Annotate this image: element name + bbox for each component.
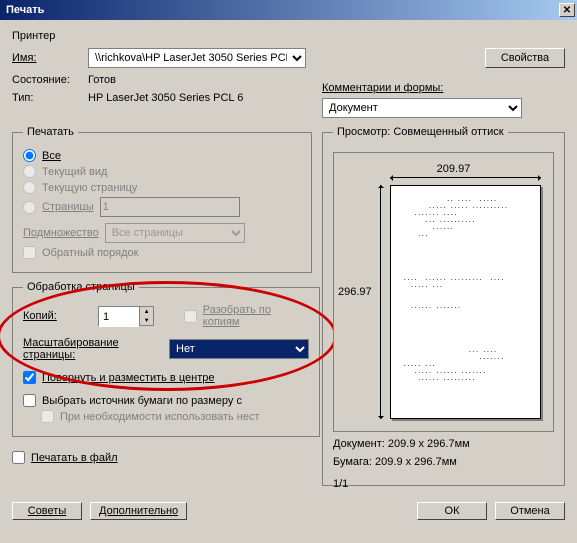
type-value: HP LaserJet 3050 Series PCL 6: [88, 92, 243, 104]
copies-input[interactable]: [99, 307, 139, 327]
range-legend: Печатать: [23, 126, 78, 138]
paper-size-value: 209.9 x 296.7мм: [375, 456, 457, 468]
close-icon: ✕: [563, 5, 571, 16]
scale-select[interactable]: Нет: [169, 339, 309, 359]
subset-label: Подмножество: [23, 227, 99, 239]
title-bar: Печать ✕: [0, 0, 577, 20]
status-label: Состояние:: [12, 74, 82, 86]
comments-select[interactable]: Документ: [322, 98, 522, 118]
properties-button[interactable]: Свойства: [485, 48, 565, 68]
preview-box: 209.97 296.97 .. .... ..... ..... ..... …: [333, 152, 554, 432]
status-value: Готов: [88, 74, 116, 86]
preview-group: Просмотр: Совмещенный оттиск 209.97 296.…: [322, 126, 565, 486]
printer-select[interactable]: \\richkova\HP LaserJet 3050 Series PCL 6: [88, 48, 306, 68]
radio-pages-label: Страницы: [42, 201, 94, 213]
spinner-up-icon[interactable]: ▲: [139, 307, 153, 316]
preview-content-icon: .. .... ..... ..... ..... .......... ...…: [403, 196, 528, 382]
printer-name-label: Имя:: [12, 52, 82, 64]
subset-select: Все страницы: [105, 223, 245, 243]
pages-input: [100, 197, 240, 217]
printer-section-label: Принтер: [12, 30, 82, 42]
tips-button[interactable]: Советы: [12, 502, 82, 520]
radio-all-label: Все: [42, 150, 61, 162]
source-checkbox[interactable]: [23, 394, 36, 407]
collate-checkbox: [184, 310, 197, 323]
print-range-group: Печатать Все Текущий вид Текущую страниц…: [12, 126, 312, 273]
dim-arrow-v-icon: [380, 185, 381, 419]
print-to-file-label: Печатать в файл: [31, 452, 118, 464]
close-button[interactable]: ✕: [559, 3, 575, 17]
radio-current-view-label: Текущий вид: [42, 166, 107, 178]
reverse-label: Обратный порядок: [42, 247, 138, 259]
doc-size-label: Документ:: [333, 438, 385, 450]
radio-current-view: [23, 165, 36, 178]
copies-label: Копий:: [23, 310, 92, 322]
custom-label: При необходимости использовать нест: [60, 411, 260, 423]
type-label: Тип:: [12, 92, 82, 104]
rotate-label: Повернуть и разместить в центре: [42, 372, 214, 384]
ok-button[interactable]: ОК: [417, 502, 487, 520]
radio-all[interactable]: [23, 149, 36, 162]
page-counter: 1/1: [333, 478, 348, 490]
spinner-down-icon[interactable]: ▼: [139, 316, 153, 325]
preview-page: .. .... ..... ..... ..... .......... ...…: [390, 185, 541, 419]
page-handling-group: Обработка страницы Копий: ▲ ▼ Разобрать …: [12, 281, 320, 437]
cancel-button[interactable]: Отмена: [495, 502, 565, 520]
custom-checkbox: [41, 410, 54, 423]
window-title: Печать: [6, 4, 44, 16]
source-label: Выбрать источник бумаги по размеру с: [42, 395, 242, 407]
doc-size-value: 209.9 x 296.7мм: [388, 438, 470, 450]
preview-height: 296.97: [338, 286, 372, 298]
collate-label: Разобрать по копиям: [203, 304, 309, 328]
copies-spinner[interactable]: ▲ ▼: [98, 306, 154, 326]
radio-current-page: [23, 181, 36, 194]
dim-arrow-h-icon: [390, 177, 541, 178]
radio-pages: [23, 201, 36, 214]
radio-current-page-label: Текущую страницу: [42, 182, 137, 194]
preview-legend: Просмотр: Совмещенный оттиск: [333, 126, 508, 138]
reverse-checkbox: [23, 246, 36, 259]
print-to-file-checkbox[interactable]: [12, 451, 25, 464]
scale-label: Масштабирование страницы:: [23, 337, 163, 361]
advanced-button[interactable]: Дополнительно: [90, 502, 187, 520]
comments-label: Комментарии и формы:: [322, 82, 443, 94]
rotate-checkbox[interactable]: [23, 371, 36, 384]
preview-width: 209.97: [364, 163, 543, 175]
handling-legend: Обработка страницы: [23, 281, 139, 293]
paper-size-label: Бумага:: [333, 456, 372, 468]
